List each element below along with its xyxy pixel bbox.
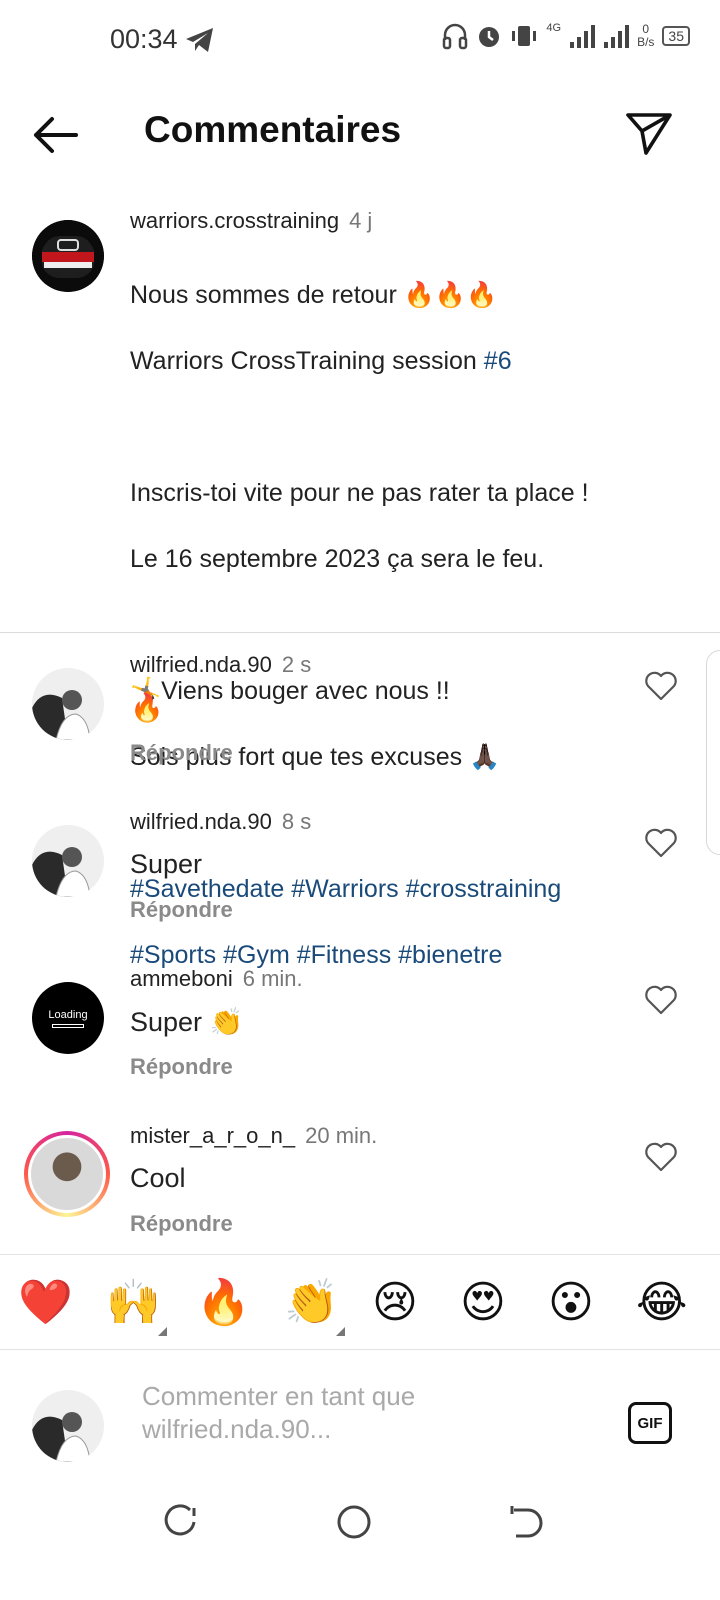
reply-button[interactable]: Répondre xyxy=(130,897,233,923)
comment-item: wilfried.nda.90 8 s Super Répondre xyxy=(0,797,720,947)
quick-reaction-bar: ❤️ 🙌 🔥 👏 😢 😍 😮 😂 xyxy=(0,1254,720,1350)
story-avatar[interactable] xyxy=(24,1131,110,1217)
net-speed: 0 B/s xyxy=(637,22,655,49)
caption-line: Le 16 septembre 2023 ça sera le feu. xyxy=(130,545,545,573)
user-avatar xyxy=(32,1390,104,1462)
comment-time: 8 s xyxy=(281,809,312,834)
telegram-icon xyxy=(186,28,213,52)
hashtag-link[interactable]: #6 xyxy=(484,347,512,375)
alarm-icon xyxy=(479,27,500,47)
comment-text: 🔥 xyxy=(130,693,164,723)
post-time: 4 j xyxy=(349,208,373,233)
heart-outline-icon[interactable] xyxy=(644,1141,678,1173)
comment-item: wilfried.nda.90 2 s 🔥 Répondre xyxy=(0,640,720,790)
skin-tone-indicator xyxy=(336,1327,345,1336)
reply-button[interactable]: Répondre xyxy=(130,1211,233,1237)
page-title: Commentaires xyxy=(144,109,402,150)
gif-button[interactable]: GIF xyxy=(628,1402,672,1444)
battery-icon: 35 xyxy=(662,26,690,46)
network-type: 4G xyxy=(546,22,562,34)
comment-username[interactable]: mister_a_r_o_n_ xyxy=(130,1123,295,1148)
emoji-fire-button[interactable]: 🔥 xyxy=(196,1275,251,1331)
system-nav-bar xyxy=(0,1490,720,1600)
home-circle-icon[interactable] xyxy=(334,1502,374,1542)
caption-line: Inscris-toi vite pour ne pas rater ta pl… xyxy=(130,479,589,507)
heart-outline-icon[interactable] xyxy=(644,827,678,859)
header: Commentaires xyxy=(0,95,720,175)
signal-2-icon xyxy=(604,25,630,48)
post-username[interactable]: warriors.crosstraining xyxy=(130,208,339,233)
emoji-heart-button[interactable]: ❤️ xyxy=(18,1275,73,1331)
avatar-label: Loading xyxy=(48,1008,88,1021)
brand-avatar[interactable] xyxy=(32,220,104,292)
comment-header: wilfried.nda.90 2 s xyxy=(130,652,311,678)
emoji-heart-eyes-button[interactable]: 😍 xyxy=(460,1275,506,1331)
emoji-raised-hands-button[interactable]: 🙌 xyxy=(106,1275,161,1331)
comment-time: 2 s xyxy=(281,652,312,677)
comment-text: Super xyxy=(130,849,203,879)
send-icon[interactable] xyxy=(624,107,674,157)
comment-composer: Commenter en tant que wilfried.nda.90...… xyxy=(0,1350,720,1490)
post-caption: warriors.crosstraining 4 j Nous sommes de… xyxy=(0,200,720,969)
reply-button[interactable]: Répondre xyxy=(130,1054,233,1080)
comment-input[interactable]: Commenter en tant que wilfried.nda.90... xyxy=(142,1380,602,1446)
status-time: 00:34 xyxy=(110,24,178,54)
skin-tone-indicator xyxy=(158,1327,167,1336)
comment-username[interactable]: wilfried.nda.90 xyxy=(130,652,272,677)
status-icons: 4G 0 B/s 35 xyxy=(442,22,690,50)
avatar[interactable] xyxy=(32,825,104,897)
reply-button[interactable]: Répondre xyxy=(130,740,233,766)
back-nav-icon[interactable] xyxy=(506,1502,546,1542)
avatar[interactable] xyxy=(32,668,104,740)
heart-outline-icon[interactable] xyxy=(644,670,678,702)
emoji-surprised-button[interactable]: 😮 xyxy=(548,1275,594,1331)
recent-apps-icon[interactable] xyxy=(160,1502,200,1542)
headphones-icon xyxy=(443,23,468,50)
emoji-laughing-button[interactable]: 😂 xyxy=(636,1275,687,1331)
comment-header: ammeboni 6 min. xyxy=(130,966,303,992)
brand-logo xyxy=(32,220,104,292)
comment-text: Super 👏 xyxy=(130,1007,244,1037)
back-arrow-icon[interactable] xyxy=(28,113,82,157)
emoji-clap-button[interactable]: 👏 xyxy=(284,1275,339,1331)
comment-header: mister_a_r_o_n_ 20 min. xyxy=(130,1123,377,1149)
comment-text: Cool xyxy=(130,1163,186,1193)
comment-item: mister_a_r_o_n_ 20 min. Cool Répondre xyxy=(0,1111,720,1261)
comment-username[interactable]: ammeboni xyxy=(130,966,233,991)
avatar[interactable]: Loading xyxy=(32,982,104,1054)
status-bar: 00:34 4G 0 B/s 35 xyxy=(0,0,720,80)
heart-outline-icon[interactable] xyxy=(644,984,678,1016)
vibrate-icon xyxy=(512,26,537,46)
comment-item: Loading ammeboni 6 min. Super 👏 Répondre xyxy=(0,954,720,1104)
caption-line: Nous sommes de retour 🔥🔥🔥 xyxy=(130,281,498,309)
emoji-crying-button[interactable]: 😢 xyxy=(372,1275,418,1331)
comment-time: 6 min. xyxy=(242,966,303,991)
comment-username[interactable]: wilfried.nda.90 xyxy=(130,809,272,834)
post-header: warriors.crosstraining 4 j xyxy=(130,208,372,234)
signal-icon xyxy=(570,25,596,48)
comment-header: wilfried.nda.90 8 s xyxy=(130,809,311,835)
comment-time: 20 min. xyxy=(305,1123,378,1148)
caption-line: Warriors CrossTraining session #6 xyxy=(130,347,512,375)
